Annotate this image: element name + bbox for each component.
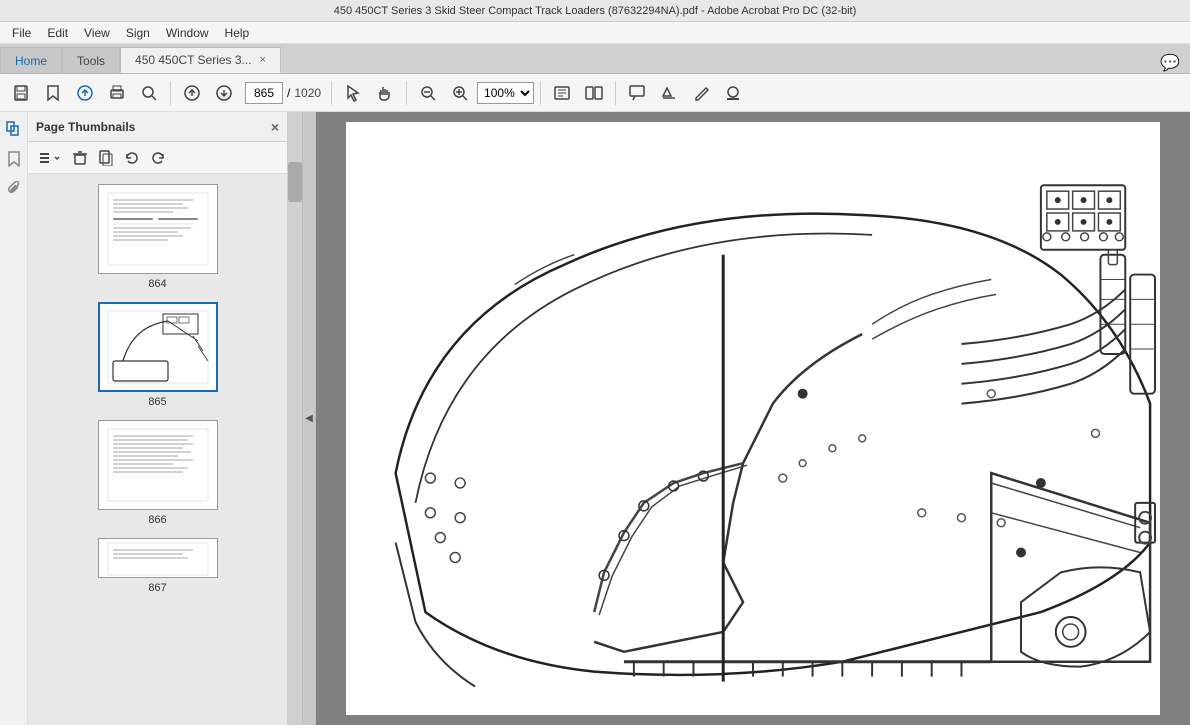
nav-group [177,78,239,108]
thumbnails-title: Page Thumbnails [36,120,135,134]
collapse-panel-button[interactable]: ◀ [302,112,316,725]
panel-scrollbar-thumb[interactable] [288,162,302,202]
draw-button[interactable] [686,78,716,108]
print-button[interactable] [102,78,132,108]
tab-tools[interactable]: Tools [62,47,120,73]
bookmarks-panel-button[interactable] [3,148,25,170]
thumbnails-panel: Page Thumbnails × [28,112,288,725]
menu-help[interactable]: Help [217,24,258,42]
page-down-button[interactable] [209,78,239,108]
zoom-in-button[interactable] [445,78,475,108]
tab-bar: Home Tools 450 450CT Series 3... × 💬 [0,44,1190,74]
pdf-viewer[interactable] [316,112,1190,725]
tab-document[interactable]: 450 450CT Series 3... × [120,47,281,73]
thumbnail-label-865: 865 [148,396,166,408]
bookmark-button[interactable] [38,78,68,108]
collapse-arrow-icon: ◀ [305,413,313,424]
menu-view[interactable]: View [76,24,118,42]
thumbnail-864[interactable]: 864 [98,184,218,290]
thumbnail-img-867 [98,538,218,578]
thumbnails-list: 864 [28,174,287,725]
thumbnails-close-button[interactable]: × [271,119,279,135]
select-tool-button[interactable] [338,78,368,108]
page-total: 1020 [294,86,321,100]
attachments-panel-button[interactable] [3,178,25,200]
thumbnail-label-866: 866 [148,514,166,526]
page-info: / 1020 [245,82,321,104]
title-bar: 450 450CT Series 3 Skid Steer Compact Tr… [0,0,1190,22]
page-separator: / [287,86,290,100]
separator-4 [540,81,541,105]
separator-1 [170,81,171,105]
separator-5 [615,81,616,105]
thumbnails-header: Page Thumbnails × [28,112,287,142]
menu-edit[interactable]: Edit [39,24,76,42]
thumb-rotate-ccw-button[interactable] [120,146,144,170]
menu-bar: File Edit View Sign Window Help [0,22,1190,44]
thumb-menu-button[interactable] [34,146,66,170]
tab-close-button[interactable]: × [260,54,266,66]
zoom-out-button[interactable] [413,78,443,108]
thumbnail-label-864: 864 [148,278,166,290]
thumb-delete-button[interactable] [68,146,92,170]
thumbnail-865[interactable]: 865 [98,302,218,408]
menu-sign[interactable]: Sign [118,24,158,42]
icon-bar [0,112,28,725]
chat-icon[interactable]: 💬 [1160,53,1180,73]
separator-2 [331,81,332,105]
thumbnail-label-867: 867 [148,582,166,594]
thumbnail-img-864 [98,184,218,274]
separator-3 [406,81,407,105]
thumb-extract-button[interactable] [94,146,118,170]
menu-file[interactable]: File [4,24,39,42]
pages-panel-button[interactable] [3,118,25,140]
thumbnail-867[interactable]: 867 [98,538,218,594]
tab-home[interactable]: Home [0,47,62,73]
save-button[interactable] [6,78,36,108]
thumbnail-img-865 [98,302,218,392]
thumb-rotate-cw-button[interactable] [146,146,170,170]
hand-tool-button[interactable] [370,78,400,108]
page-number-input[interactable] [245,82,283,104]
comment-button[interactable] [622,78,652,108]
thumbnails-toolbar [28,142,287,174]
thumbnail-img-866 [98,420,218,510]
toolbar: / 1020 50% 75% 100% 125% 150% 200% [0,74,1190,112]
search-button[interactable] [134,78,164,108]
two-page-button[interactable] [579,78,609,108]
main-area: Page Thumbnails × [0,112,1190,725]
pdf-page [346,122,1160,715]
thumbnail-866[interactable]: 866 [98,420,218,526]
stamp-button[interactable] [718,78,748,108]
window-title: 450 450CT Series 3 Skid Steer Compact Tr… [6,5,1184,17]
upload-button[interactable] [70,78,100,108]
zoom-selector[interactable]: 50% 75% 100% 125% 150% 200% [477,82,534,104]
fit-page-button[interactable] [547,78,577,108]
panel-scrollbar[interactable] [288,112,302,725]
page-up-button[interactable] [177,78,207,108]
highlight-button[interactable] [654,78,684,108]
menu-window[interactable]: Window [158,24,217,42]
